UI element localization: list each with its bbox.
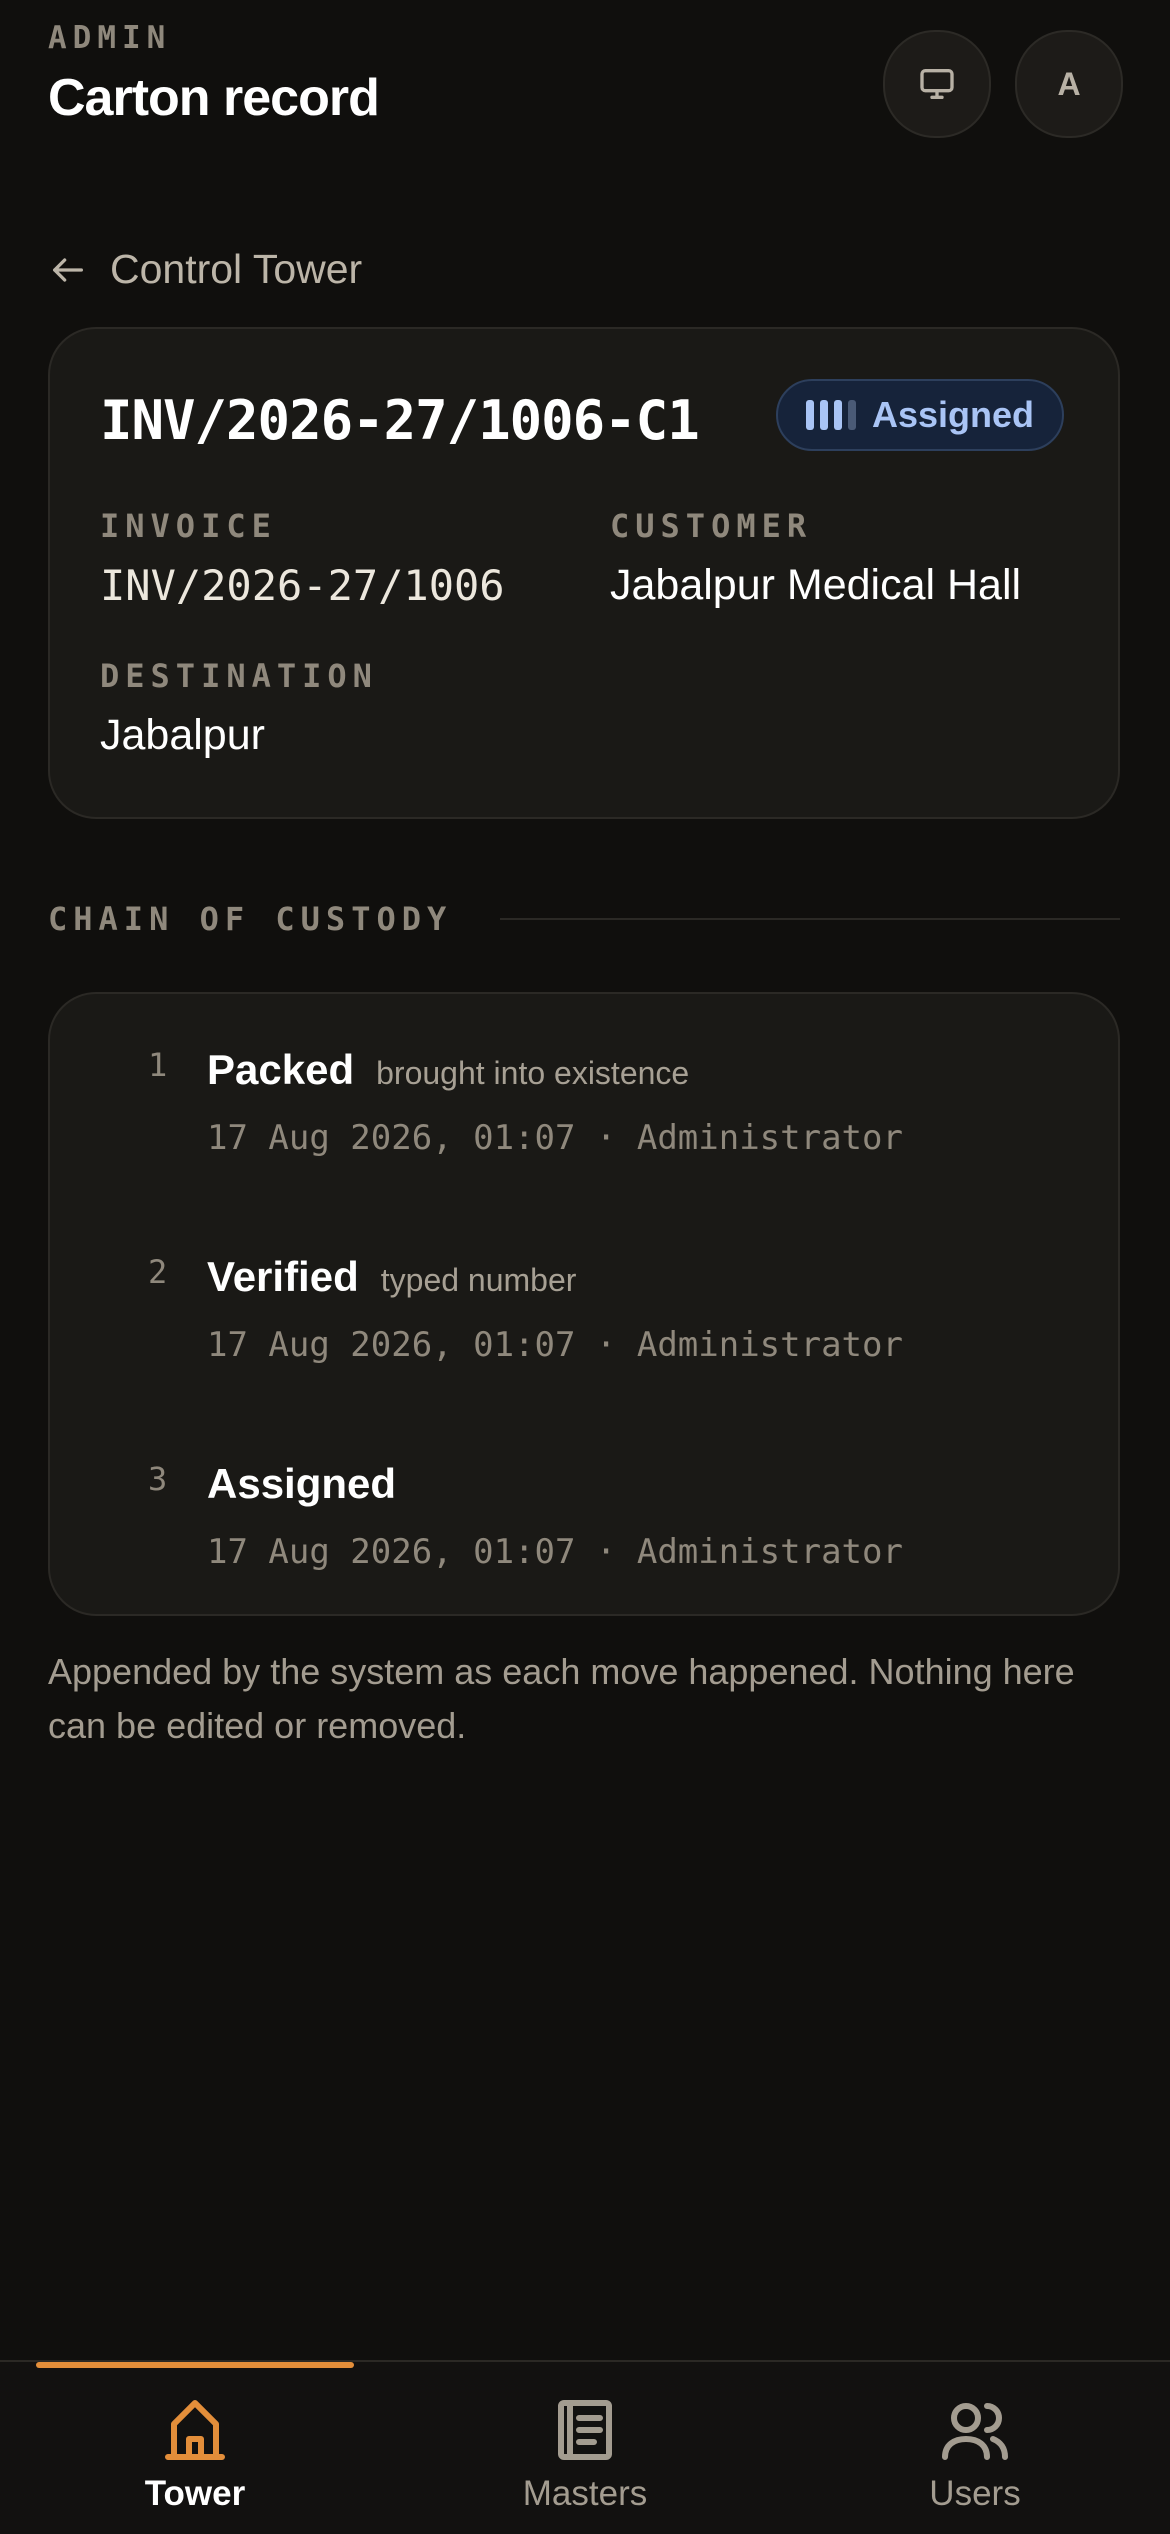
nav-label: Users [929,2474,1021,2513]
event-title: Packed brought into existence [207,1046,689,1094]
event-number: 3 [148,1460,168,1498]
event-title: Verified typed number [207,1253,576,1301]
display-mode-button[interactable] [883,30,991,138]
back-link[interactable]: Control Tower [48,246,362,293]
carton-id: INV/2026-27/1006-C1 [100,389,700,452]
event-title: Assigned [207,1460,396,1508]
destination-label: DESTINATION [100,657,378,695]
monitor-icon [920,69,954,100]
arrow-left-icon [53,257,84,282]
event-note: typed number [380,1262,577,1298]
event-meta: 17 Aug 2026, 01:07 · Administrator [207,1532,903,1572]
carton-summary-card: INV/2026-27/1006-C1 Assigned INVOICE INV… [48,327,1120,819]
customer-value: Jabalpur Medical Hall [610,561,1022,609]
nav-item-masters[interactable]: Masters [390,2394,780,2514]
event-number: 1 [148,1046,168,1084]
event-title-text: Verified [207,1253,359,1300]
event-meta: 17 Aug 2026, 01:07 · Administrator [207,1325,903,1365]
invoice-value: INV/2026-27/1006 [100,561,505,610]
document-icon [558,2400,612,2460]
status-level-bars [806,400,856,430]
back-link-label: Control Tower [110,246,363,292]
status-bar [834,400,842,430]
page-title: Carton record [48,69,380,127]
users-icon [942,2403,1008,2460]
status-badge-label: Assigned [872,394,1035,435]
status-bar [820,400,828,430]
nav-label: Tower [144,2474,246,2513]
status-bar [848,400,856,430]
invoice-label: INVOICE [100,507,277,545]
bottom-navigation: Tower Masters Users [0,2360,1170,2534]
avatar[interactable]: A [1015,30,1123,138]
event-title-text: Assigned [207,1460,397,1507]
status-bar [806,400,814,430]
nav-label: Masters [522,2474,648,2513]
section-title: CHAIN OF CUSTODY [48,900,453,938]
custody-timeline-card: 1 Packed brought into existence 17 Aug 20… [48,992,1120,1616]
nav-item-users[interactable]: Users [780,2394,1170,2514]
custody-section-header: CHAIN OF CUSTODY [48,900,1120,938]
custody-footnote: Appended by the system as each move happ… [48,1651,1075,1746]
nav-item-tower[interactable]: Tower [0,2394,390,2514]
status-badge: Assigned [776,379,1065,451]
destination-value: Jabalpur [100,711,265,759]
customer-label: CUSTOMER [610,507,813,545]
event-number: 2 [148,1253,168,1291]
page-header: ADMIN Carton record [48,20,380,128]
section-divider [500,918,1120,920]
home-icon [165,2400,225,2460]
section-eyebrow: ADMIN [48,20,172,56]
event-note: brought into existence [376,1055,690,1091]
event-meta: 17 Aug 2026, 01:07 · Administrator [207,1118,903,1158]
event-title-text: Packed [207,1046,355,1093]
active-tab-indicator [36,2362,354,2368]
